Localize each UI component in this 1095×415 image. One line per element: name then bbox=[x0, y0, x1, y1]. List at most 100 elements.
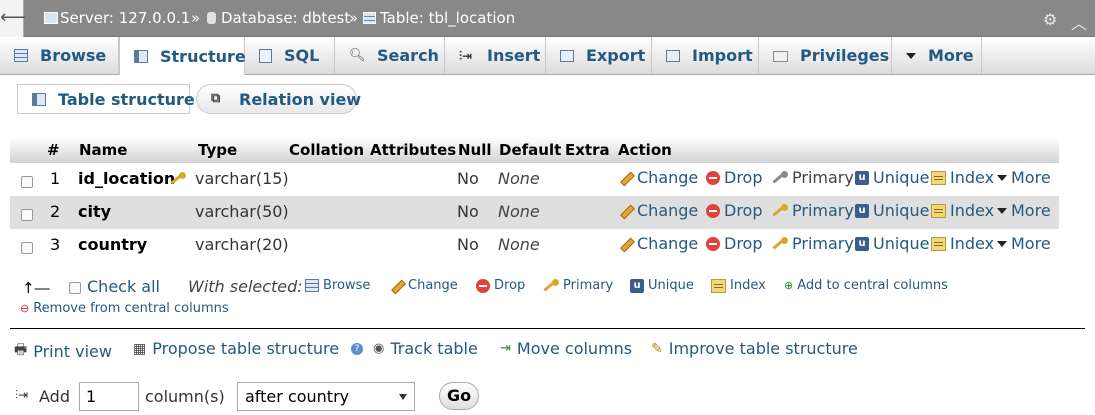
column-header[interactable]: Name bbox=[79, 141, 127, 159]
drop-link[interactable]: Drop bbox=[706, 234, 763, 253]
action-label: Change bbox=[637, 201, 699, 220]
index-link[interactable]: Index bbox=[931, 234, 994, 253]
row-number: 3 bbox=[50, 235, 61, 254]
drop-link[interactable]: Drop bbox=[706, 201, 763, 220]
tab-more[interactable]: More bbox=[892, 37, 982, 74]
column-header[interactable]: Attributes bbox=[370, 141, 456, 159]
column-name: id_location bbox=[78, 169, 176, 188]
bulk-index-button[interactable]: Index bbox=[711, 278, 766, 293]
go-button[interactable]: Go bbox=[439, 382, 479, 410]
breadcrumb-table[interactable]: Table: tbl_location bbox=[380, 9, 515, 27]
back-arrow-icon[interactable]: ⟵ bbox=[0, 0, 26, 37]
row-number: 2 bbox=[50, 202, 61, 221]
tab-sql[interactable]: SQL bbox=[245, 37, 335, 74]
column-count-input[interactable]: 1 bbox=[79, 382, 139, 411]
tab-export[interactable]: Export bbox=[546, 37, 652, 74]
row-checkbox[interactable] bbox=[21, 176, 33, 188]
column-position-select[interactable]: after country bbox=[237, 382, 415, 411]
tab-structure[interactable]: Structure bbox=[119, 37, 246, 75]
breadcrumb-server[interactable]: Server: 127.0.0.1 bbox=[60, 9, 190, 27]
browse-icon bbox=[14, 49, 28, 62]
breadcrumb-database[interactable]: Database: dbtest bbox=[221, 9, 350, 27]
propose-structure-link[interactable]: ▦ Propose table structure? bbox=[133, 339, 364, 358]
drop-link[interactable]: Drop bbox=[706, 168, 763, 187]
column-name: city bbox=[78, 202, 112, 221]
breadcrumb: ⟵ Server: 127.0.0.1 » Database: dbtest »… bbox=[0, 0, 1095, 37]
more-dropdown[interactable]: More bbox=[997, 168, 1051, 187]
action-label: Change bbox=[637, 234, 699, 253]
structure-icon bbox=[134, 49, 148, 63]
collapse-icon[interactable]: ︿ bbox=[1071, 10, 1087, 34]
drop-icon bbox=[706, 170, 720, 185]
action-label: Drop bbox=[724, 234, 763, 253]
column-header[interactable]: Extra bbox=[565, 141, 610, 159]
row-checkbox[interactable] bbox=[21, 209, 33, 221]
insert-column-icon: ⫶⇥ bbox=[15, 388, 29, 402]
action-label: Primary bbox=[792, 168, 854, 187]
action-label: More bbox=[1011, 234, 1051, 253]
remove-central-columns-button[interactable]: ⊖ Remove from central columns bbox=[20, 301, 229, 316]
print-view-link[interactable]: 🖶 Print view bbox=[14, 339, 112, 363]
column-header[interactable]: # bbox=[47, 141, 60, 159]
structure-icon bbox=[32, 92, 46, 106]
unique-link[interactable]: u Unique bbox=[855, 234, 929, 253]
column-null: No bbox=[457, 169, 479, 188]
bulk-label: Index bbox=[730, 278, 766, 293]
tab-import[interactable]: Import bbox=[652, 37, 759, 74]
column-header[interactable]: Default bbox=[499, 141, 561, 159]
gear-icon[interactable]: ⚙ bbox=[1043, 10, 1057, 29]
tool-label: Improve table structure bbox=[668, 339, 858, 358]
bulk-browse-button[interactable]: Browse bbox=[305, 278, 370, 293]
bulk-label: Remove from central columns bbox=[33, 301, 229, 316]
bulk-drop-button[interactable]: Drop bbox=[476, 278, 525, 293]
add-central-columns-button[interactable]: ⊕ Add to central columns bbox=[784, 278, 948, 293]
action-label: Index bbox=[950, 168, 995, 187]
key-icon bbox=[772, 236, 788, 251]
bulk-primary-button[interactable]: Primary bbox=[543, 278, 613, 293]
column-header: Action bbox=[618, 141, 672, 159]
action-label: Index bbox=[950, 234, 995, 253]
table-icon bbox=[363, 12, 376, 24]
subtab-table-structure[interactable]: Table structure bbox=[17, 84, 195, 114]
bulk-label: Browse bbox=[323, 278, 371, 293]
column-type: varchar(20) bbox=[195, 235, 289, 254]
column-default: None bbox=[498, 235, 540, 254]
breadcrumb-separator: » bbox=[349, 9, 359, 27]
unique-link[interactable]: u Unique bbox=[855, 168, 929, 187]
main-tabs: Browse Structure SQL 🔍︎ Search ⫶⇥ Insert… bbox=[0, 37, 1095, 75]
column-header[interactable]: Collation bbox=[289, 141, 364, 159]
bulk-change-button[interactable]: Change bbox=[389, 278, 458, 293]
tab-privileges[interactable]: Privileges bbox=[759, 37, 892, 74]
change-link[interactable]: Change bbox=[618, 201, 698, 220]
tab-label: Search bbox=[377, 46, 439, 65]
subtab-relation-view[interactable]: ⧉ Relation view bbox=[196, 84, 361, 114]
improve-structure-link[interactable]: ✎ Improve table structure bbox=[651, 339, 858, 358]
tab-browse[interactable]: Browse bbox=[0, 37, 119, 74]
column-null: No bbox=[457, 202, 479, 221]
help-icon[interactable]: ? bbox=[351, 342, 364, 355]
column-header[interactable]: Type bbox=[198, 141, 237, 159]
more-dropdown[interactable]: More bbox=[997, 201, 1051, 220]
index-link[interactable]: Index bbox=[931, 201, 994, 220]
pencil-icon bbox=[618, 236, 633, 251]
chevron-down-icon bbox=[399, 394, 407, 400]
change-link[interactable]: Change bbox=[618, 234, 698, 253]
tab-search[interactable]: 🔍︎ Search bbox=[335, 37, 445, 74]
tab-insert[interactable]: ⫶⇥ Insert bbox=[445, 37, 546, 74]
index-icon bbox=[711, 278, 726, 293]
tab-label: Export bbox=[586, 46, 646, 65]
row-checkbox[interactable] bbox=[21, 242, 33, 254]
index-icon bbox=[931, 170, 946, 185]
primary-link[interactable]: Primary bbox=[772, 234, 854, 253]
more-dropdown[interactable]: More bbox=[997, 234, 1051, 253]
check-all-checkbox[interactable] bbox=[69, 282, 81, 294]
bulk-unique-button[interactable]: u Unique bbox=[630, 278, 694, 293]
unique-link[interactable]: u Unique bbox=[855, 201, 929, 220]
index-link[interactable]: Index bbox=[931, 168, 994, 187]
check-all-label[interactable]: Check all bbox=[87, 277, 160, 296]
column-header[interactable]: Null bbox=[458, 141, 492, 159]
track-table-link[interactable]: ◉ Track table bbox=[373, 339, 478, 358]
change-link[interactable]: Change bbox=[618, 168, 698, 187]
primary-link[interactable]: Primary bbox=[772, 201, 854, 220]
move-columns-link[interactable]: ⇥ Move columns bbox=[500, 339, 632, 358]
